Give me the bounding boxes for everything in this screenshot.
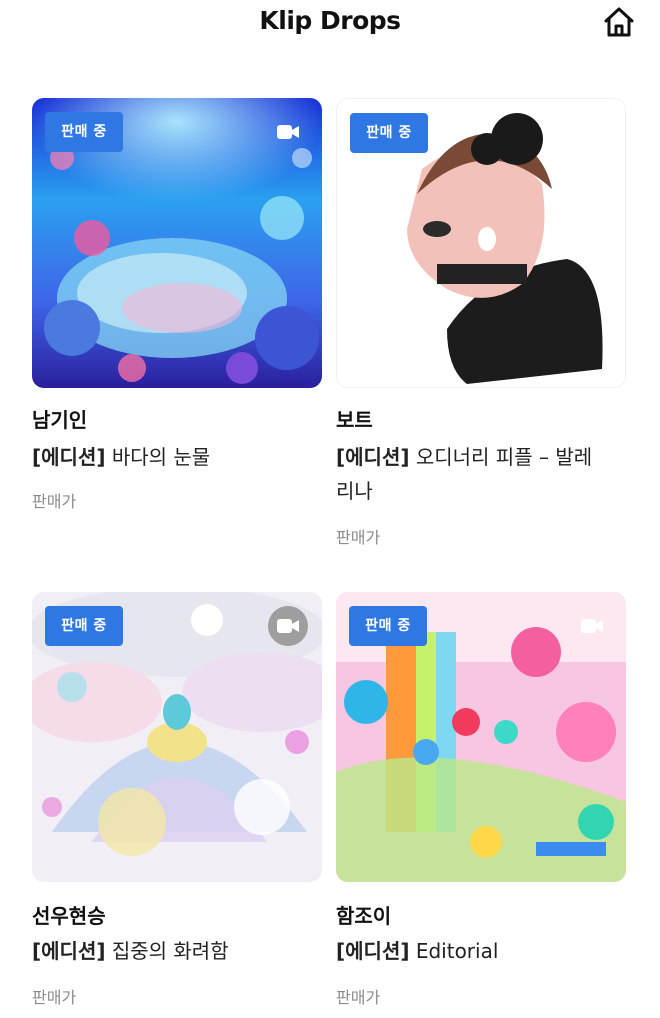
price-label: 판매가 xyxy=(32,988,77,1007)
work-name: 바다의 눈물 xyxy=(111,445,211,469)
drop-card[interactable]: 판매 중 남기인 [에디션] 바다의 눈물 판매가 xyxy=(32,98,322,528)
on-sale-badge: 판매 중 xyxy=(45,606,123,646)
work-name-line2: 리나 xyxy=(336,479,373,503)
video-icon xyxy=(572,606,612,646)
artwork-image[interactable]: 판매 중 xyxy=(32,592,322,882)
work-title: [에디션] Editorial xyxy=(336,934,626,968)
price-label: 판매가 xyxy=(32,492,77,511)
edition-label: [에디션] xyxy=(336,939,410,963)
price-label: 판매가 xyxy=(336,528,381,547)
on-sale-badge: 판매 중 xyxy=(45,112,123,152)
work-title: [에디션] 바다의 눈물 xyxy=(32,440,322,474)
header: Klip Drops xyxy=(0,0,660,48)
work-name: 집중의 화려함 xyxy=(111,939,229,963)
drop-card[interactable]: 판매 중 보트 [에디션] 오디너리 피플 – 발레 리나 판매가 xyxy=(336,98,626,558)
artist-name: 남기인 xyxy=(32,408,88,432)
edition-label: [에디션] xyxy=(32,445,106,469)
artist-name: 선우현승 xyxy=(32,904,106,928)
artwork-image[interactable]: 판매 중 xyxy=(32,98,322,388)
price-label: 판매가 xyxy=(336,988,381,1007)
home-icon[interactable] xyxy=(601,4,637,40)
work-name: Editorial xyxy=(415,939,499,963)
drop-card[interactable]: 판매 중 함조이 [에디션] Editorial 판매가 xyxy=(336,592,626,1012)
edition-label: [에디션] xyxy=(336,445,410,469)
artist-name: 함조이 xyxy=(336,904,392,928)
video-icon xyxy=(268,112,308,152)
artist-name: 보트 xyxy=(336,408,373,432)
on-sale-badge: 판매 중 xyxy=(350,113,428,153)
work-title: [에디션] 오디너리 피플 – 발레 리나 xyxy=(336,440,626,508)
artwork-image[interactable]: 판매 중 xyxy=(336,98,626,388)
on-sale-badge: 판매 중 xyxy=(349,606,427,646)
video-icon xyxy=(268,606,308,646)
work-name-line1: 오디너리 피플 – 발레 xyxy=(415,445,593,469)
drop-card[interactable]: 판매 중 선우현승 [에디션] 집중의 화려함 판매가 xyxy=(32,592,322,1012)
artwork-image[interactable]: 판매 중 xyxy=(336,592,626,882)
page-title: Klip Drops xyxy=(259,6,401,35)
edition-label: [에디션] xyxy=(32,939,106,963)
work-title: [에디션] 집중의 화려함 xyxy=(32,934,322,968)
